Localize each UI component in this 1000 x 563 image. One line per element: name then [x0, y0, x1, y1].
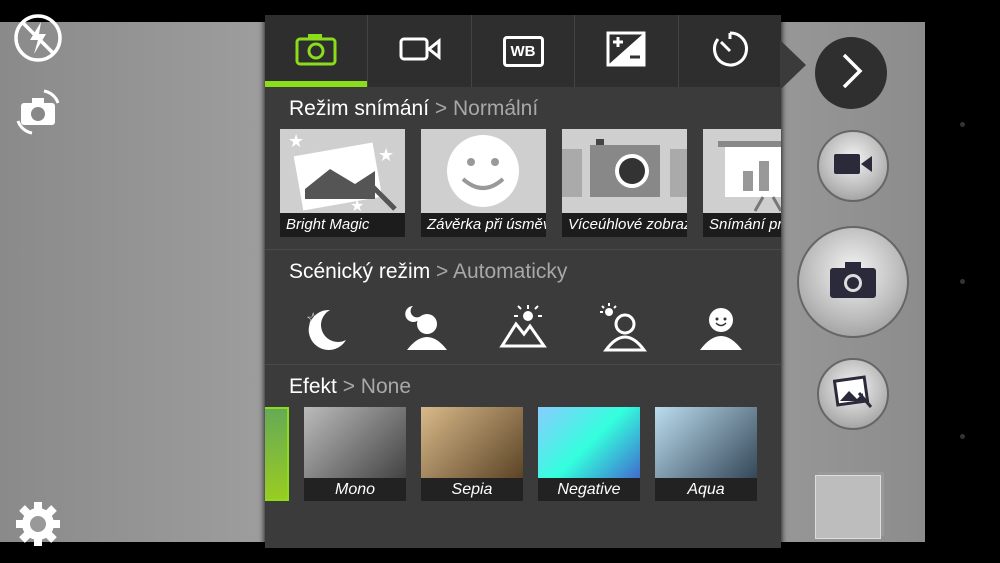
scene-mode-title: Scénický režim > Automaticky	[265, 250, 781, 292]
multi-angle-camera-icon	[562, 139, 687, 197]
section-value: > None	[342, 375, 412, 398]
gallery-edit-button[interactable]	[817, 358, 889, 430]
section-title: Scénický režim	[289, 260, 431, 283]
gallery-edit-icon	[832, 374, 873, 414]
camera-icon	[295, 32, 337, 71]
dot	[960, 434, 965, 439]
mode-presentation[interactable]: Snímání prezentace	[703, 129, 781, 237]
effect-list: Mono Sepia Negative Aqua	[265, 407, 781, 501]
tab-video[interactable]	[368, 15, 472, 87]
effect-negative[interactable]: Negative	[538, 407, 640, 501]
svg-text:★: ★	[288, 131, 304, 151]
chevron-right-icon	[836, 51, 866, 96]
tab-timer[interactable]	[679, 15, 781, 87]
video-record-icon	[833, 151, 873, 182]
shutter-button[interactable]	[797, 226, 909, 338]
switch-camera-icon[interactable]	[12, 86, 64, 143]
mode-multi-angle[interactable]: Víceúhlové zobrazení	[562, 129, 687, 237]
svg-text:★: ★	[350, 198, 364, 213]
effect-label: Negative	[538, 478, 640, 501]
effect-aqua[interactable]: Aqua	[655, 407, 757, 501]
portrait-icon[interactable]	[696, 302, 746, 357]
effect-label: Mono	[304, 478, 406, 501]
last-photo-thumbnail[interactable]	[815, 475, 881, 539]
timer-icon	[710, 29, 750, 74]
exposure-icon	[606, 31, 646, 72]
tab-camera[interactable]	[265, 15, 369, 87]
shooting-mode-title: Režim snímání > Normální	[265, 87, 781, 129]
video-record-button[interactable]	[817, 130, 889, 202]
effect-label: Aqua	[655, 478, 757, 501]
presentation-icon	[718, 141, 781, 212]
expand-button[interactable]	[815, 37, 887, 109]
dot	[960, 122, 965, 127]
landscape-icon[interactable]	[498, 302, 548, 357]
svg-text:★: ★	[378, 145, 394, 165]
shooting-mode-list: ★ ★ ★ Bright Magic Závěrka při úsměvu Víceú…	[265, 129, 781, 237]
panel-pointer	[780, 40, 806, 90]
tab-bar: WB	[265, 15, 781, 87]
section-value: > Automaticky	[436, 260, 568, 283]
tab-exposure[interactable]	[575, 15, 679, 87]
scene-mode-list: ☆	[265, 292, 781, 362]
smile-icon	[447, 135, 519, 207]
mode-label: Bright Magic	[280, 213, 405, 237]
mode-smile-shot[interactable]: Závěrka při úsměvu	[421, 129, 546, 237]
section-value: > Normální	[434, 97, 539, 120]
mode-label: Závěrka při úsměvu	[421, 213, 546, 237]
dot	[960, 279, 965, 284]
flash-off-icon[interactable]	[12, 12, 64, 69]
night-icon[interactable]: ☆	[300, 302, 350, 357]
mode-bright-magic[interactable]: ★ ★ ★ Bright Magic	[280, 129, 405, 237]
effect-none-selected[interactable]	[265, 407, 289, 501]
effect-label: Sepia	[421, 478, 523, 501]
mode-label: Snímání prezentace	[703, 213, 781, 237]
tab-white-balance[interactable]: WB	[472, 15, 576, 87]
section-title: Režim snímání	[289, 97, 430, 120]
night-portrait-icon[interactable]	[399, 302, 449, 357]
effect-title: Efekt > None	[265, 365, 781, 407]
bright-magic-icon: ★ ★ ★	[288, 131, 397, 215]
svg-text:☆: ☆	[306, 311, 320, 328]
settings-panel: WB Režim snímání > Normální ★ ★ ★ Bright Ma…	[265, 15, 781, 548]
mode-label: Víceúhlové zobrazení	[562, 213, 687, 237]
effect-sepia[interactable]: Sepia	[421, 407, 523, 501]
video-icon	[399, 35, 441, 68]
section-title: Efekt	[289, 375, 337, 398]
white-balance-icon: WB	[502, 35, 544, 67]
backlight-portrait-icon[interactable]	[597, 302, 648, 357]
camera-shutter-icon	[829, 261, 877, 304]
effect-mono[interactable]: Mono	[304, 407, 406, 501]
gear-icon[interactable]	[12, 498, 64, 555]
